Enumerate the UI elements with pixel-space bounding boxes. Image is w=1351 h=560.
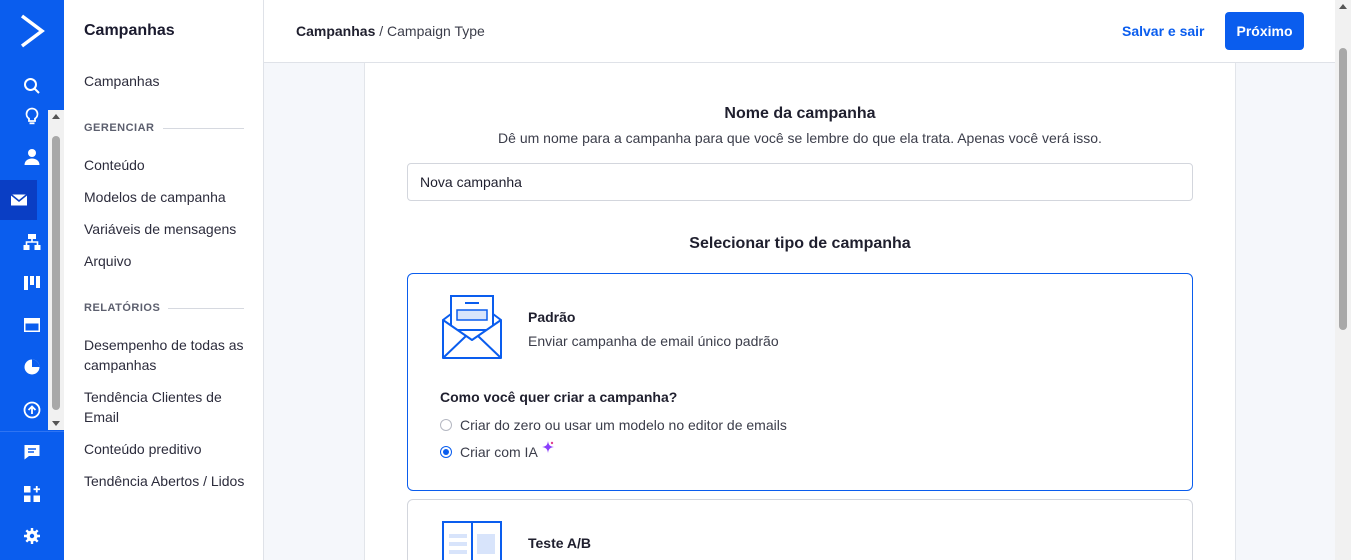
campaign-name-input[interactable] [407, 163, 1193, 201]
subnav-item-modelos[interactable]: Modelos de campanha [84, 187, 249, 207]
breadcrumb: Campanhas / Campaign Type [296, 23, 485, 39]
subnav-title: Campanhas [84, 22, 175, 39]
radio-from-scratch[interactable]: Criar do zero ou usar um modelo no edito… [440, 417, 787, 433]
option-title: Padrão [528, 309, 576, 325]
campaign-name-help: Dê um nome para a campanha para que você… [498, 130, 1102, 146]
subnav-item-tendencia-abertos[interactable]: Tendência Abertos / Lidos [84, 471, 249, 491]
icon-rail [0, 0, 64, 560]
ai-sparkle-icon [541, 441, 554, 453]
apps-icon [24, 486, 40, 502]
page-scrollbar[interactable] [1335, 0, 1351, 560]
rail-apps[interactable] [0, 474, 64, 514]
logo-chevron-icon[interactable] [20, 14, 46, 48]
radio-create-with-ai[interactable]: Criar com IA [440, 441, 554, 460]
chat-icon [24, 445, 40, 460]
option-description: Enviar campanha de email único padrão [528, 333, 779, 349]
subnav-item-conteudo[interactable]: Conteúdo [84, 155, 249, 175]
board-icon [24, 276, 40, 290]
pie-chart-icon [24, 359, 40, 375]
top-bar: Campanhas / Campaign Type Salvar e sair … [264, 0, 1335, 63]
rail-settings[interactable] [0, 516, 64, 556]
envelope-icon [9, 193, 28, 206]
rail-scrollbar[interactable] [48, 110, 64, 430]
lightbulb-icon [25, 107, 39, 125]
upload-icon [23, 401, 41, 419]
gear-icon [24, 528, 40, 544]
creation-method-question: Como você quer criar a campanha? [440, 389, 678, 405]
campaign-setup-panel: Nome da campanha Dê um nome para a campa… [364, 63, 1236, 560]
subnav-item-arquivo[interactable]: Arquivo [84, 251, 249, 271]
ab-test-illustration-icon [442, 521, 502, 560]
campaign-type-standard[interactable]: Padrão Enviar campanha de email único pa… [407, 273, 1193, 491]
envelope-illustration-icon [442, 295, 502, 359]
rail-campaigns[interactable] [0, 180, 37, 220]
next-button[interactable]: Próximo [1225, 12, 1304, 50]
rail-conversations[interactable] [0, 432, 64, 472]
breadcrumb-current: Campaign Type [387, 23, 485, 39]
subnav-item-variaveis[interactable]: Variáveis de mensagens [84, 219, 249, 239]
person-icon [24, 149, 40, 165]
campaign-name-title: Nome da campanha [724, 105, 876, 122]
section-header-relatorios: RELATÓRIOS [84, 302, 244, 314]
subnav-item-conteudo-preditivo[interactable]: Conteúdo preditivo [84, 439, 249, 459]
search-icon [24, 78, 40, 94]
section-header-gerenciar: GERENCIAR [84, 122, 244, 134]
campaign-type-ab-test[interactable]: Teste A/B [407, 499, 1193, 560]
radio-circle-selected[interactable] [440, 446, 452, 458]
breadcrumb-root[interactable]: Campanhas [296, 23, 375, 39]
subnav-item-campanhas[interactable]: Campanhas [84, 71, 249, 91]
campaign-type-title: Selecionar tipo de campanha [689, 235, 911, 252]
flowchart-icon [23, 234, 41, 250]
option-title: Teste A/B [528, 535, 592, 551]
save-and-exit-link[interactable]: Salvar e sair [1122, 23, 1205, 39]
subnav-item-desempenho[interactable]: Desempenho de todas as campanhas [84, 335, 249, 375]
window-icon [24, 318, 40, 332]
sub-navigation: Campanhas Campanhas GERENCIAR Conteúdo M… [64, 0, 264, 560]
subnav-item-tendencia-clientes[interactable]: Tendência Clientes de Email [84, 387, 249, 427]
radio-circle[interactable] [440, 419, 452, 431]
